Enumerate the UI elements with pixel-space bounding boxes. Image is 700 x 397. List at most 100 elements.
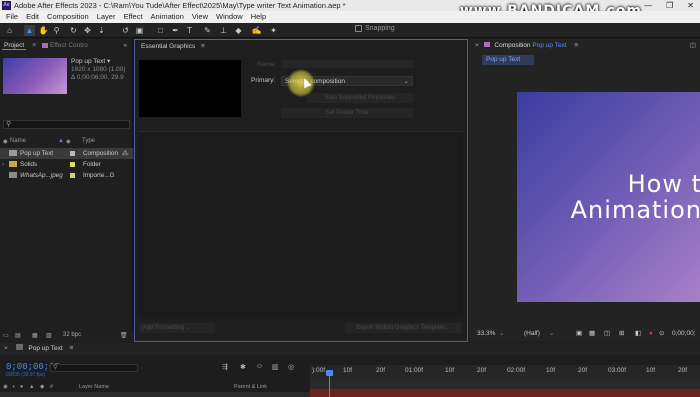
number-column-icon[interactable]: # [50, 382, 53, 392]
hand-tool-icon[interactable]: ✋ [38, 25, 49, 36]
menu-composition[interactable]: Composition [43, 11, 93, 23]
zoom-tool-icon[interactable]: ⚲ [51, 25, 62, 36]
snapshot-icon[interactable]: ◧ [635, 328, 641, 340]
lock-icon[interactable] [483, 42, 490, 47]
composition-mini-flowchart-icon[interactable]: ⇶ [222, 363, 228, 371]
video-toggle-icon[interactable]: ◉ [3, 382, 8, 392]
menu-icon[interactable]: ≡ [574, 42, 578, 49]
label-column-icon[interactable]: ◆ [3, 138, 8, 145]
type-tool-icon[interactable]: T [184, 25, 195, 36]
project-item-row[interactable]: Pop up Text Composition ⁂ [0, 148, 133, 159]
menu-layer[interactable]: Layer [93, 11, 120, 23]
lock-toggle-icon[interactable]: ▲ [29, 382, 34, 392]
label-column-icon[interactable]: ◆ [40, 382, 44, 392]
project-item-row[interactable]: WhatsAp...jpeg Importe...G [0, 170, 133, 181]
bpc-indicator[interactable]: 32 bpc [63, 332, 81, 338]
close-icon[interactable]: × [4, 345, 8, 352]
delete-icon[interactable]: 🗑 [120, 332, 128, 339]
orbit-tool-icon[interactable]: ↻ [68, 25, 79, 36]
pan-tool-icon[interactable]: ✥ [82, 25, 93, 36]
motion-blur-icon[interactable]: ◎ [288, 363, 294, 371]
expand-panels-icon[interactable]: » [123, 42, 127, 49]
close-button[interactable]: ✕ [687, 0, 694, 11]
chevron-down-icon[interactable]: ⌄ [499, 328, 504, 340]
chevron-down-icon[interactable]: ▾ [107, 58, 110, 65]
composition-navigator-tab[interactable]: Pop up Text [482, 55, 534, 65]
layer-duration-bar[interactable] [310, 389, 700, 397]
tag-icon[interactable]: ◆ [66, 138, 71, 145]
tab-essential-graphics[interactable]: Essential Graphics [141, 43, 195, 50]
menu-edit[interactable]: Edit [22, 11, 43, 23]
timeline-search-input[interactable]: ⚲ [50, 364, 138, 372]
draft-3d-icon[interactable]: ✱ [240, 363, 246, 371]
flowchart-icon[interactable]: ⁂ [122, 148, 128, 159]
label-color-swatch[interactable] [70, 162, 75, 167]
layer-track-area[interactable] [310, 381, 700, 397]
composition-timecode[interactable]: 0;00;00; [672, 328, 696, 340]
frame-blending-icon[interactable]: ▥ [272, 363, 279, 371]
export-motion-graphics-template-button[interactable]: Export Motion Graphics Template... [345, 323, 461, 333]
audio-toggle-icon[interactable]: ◖ [12, 382, 15, 392]
maximize-button[interactable]: ❐ [666, 0, 673, 11]
menu-window[interactable]: Window [212, 11, 247, 23]
column-parent-link[interactable]: Parent & Link [234, 382, 267, 392]
project-settings-icon[interactable]: ▧ [46, 332, 52, 339]
color-management-icon[interactable]: ● [649, 328, 653, 340]
label-color-swatch[interactable] [70, 151, 75, 156]
tab-composition-label[interactable]: Composition [494, 42, 530, 49]
puppet-pin-icon[interactable]: ✦ [268, 25, 279, 36]
new-composition-icon[interactable]: ▦ [32, 332, 38, 339]
playhead-line[interactable] [329, 370, 330, 397]
snapping-toggle[interactable]: Snapping [355, 25, 395, 32]
column-layer-name[interactable]: Layer Name [79, 382, 109, 392]
tab-timeline-composition[interactable]: Pop up Text [28, 345, 62, 352]
snapping-checkbox[interactable] [355, 25, 362, 32]
mask-visibility-icon[interactable]: ◫ [604, 328, 610, 340]
solo-supported-properties-button[interactable]: Solo Supported Properties [307, 93, 413, 103]
layer-row[interactable] [0, 392, 310, 397]
pen-tool-icon[interactable]: ✒ [170, 25, 181, 36]
add-formatting-button[interactable]: Add Formatting ⌄ [139, 323, 215, 333]
menu-icon[interactable]: ≡ [201, 43, 205, 50]
roto-brush-icon[interactable]: ✍ [251, 25, 262, 36]
chevron-down-icon[interactable]: ⌄ [549, 328, 554, 340]
column-type[interactable]: Type [82, 138, 95, 144]
selection-tool-icon[interactable]: ▲ [24, 25, 35, 36]
rectangle-tool-icon[interactable]: □ [155, 25, 166, 36]
menu-view[interactable]: View [188, 11, 212, 23]
interpret-footage-icon[interactable]: ▭ [3, 332, 9, 339]
project-item-row[interactable]: › Solids Folder [0, 159, 133, 170]
guides-icon[interactable]: ⊞ [619, 328, 624, 340]
eraser-icon[interactable]: ◆ [233, 25, 244, 36]
new-folder-icon[interactable]: ▤ [15, 332, 21, 339]
label-color-swatch[interactable] [70, 173, 75, 178]
home-icon[interactable]: ⌂ [4, 25, 15, 36]
minimize-button[interactable]: — [644, 0, 652, 11]
menu-animation[interactable]: Animation [147, 11, 188, 23]
tab-effect-controls[interactable]: Effect Contro [42, 42, 88, 49]
tab-project[interactable]: Project [2, 42, 27, 50]
sort-icon[interactable]: ▲ [58, 138, 64, 144]
time-ruler[interactable]: ):00f 10f 20f 01:00f 10f 20f 02:00f 10f … [310, 365, 700, 381]
shy-layers-icon[interactable]: ☺ [256, 363, 263, 370]
tab-composition-name[interactable]: Pop up Text [532, 42, 566, 49]
close-icon[interactable]: × [475, 42, 479, 49]
menu-help[interactable]: Help [247, 11, 270, 23]
rotate-tool-icon[interactable]: ↺ [120, 25, 131, 36]
toggle-viewer-lock-icon[interactable]: ◫ [690, 39, 696, 52]
column-name[interactable]: Name [10, 138, 26, 144]
menu-effect[interactable]: Effect [119, 11, 146, 23]
composition-viewer[interactable]: How t Animation [517, 92, 700, 302]
camera-icon[interactable]: ⊙ [659, 328, 664, 340]
project-search-input[interactable]: ⚲ [3, 120, 130, 129]
dolly-tool-icon[interactable]: ⇣ [96, 25, 107, 36]
solo-toggle-icon[interactable]: ● [20, 382, 23, 392]
region-of-interest-icon[interactable]: ▣ [576, 328, 582, 340]
name-field[interactable] [281, 60, 413, 68]
properties-drop-area[interactable] [139, 131, 463, 317]
brush-tool-icon[interactable]: ✎ [202, 25, 213, 36]
chevron-right-icon[interactable]: › [2, 159, 4, 170]
transparency-grid-icon[interactable]: ▦ [589, 328, 595, 340]
camera-tool-icon[interactable]: ▣ [134, 25, 145, 36]
resolution-select[interactable]: (Half) [524, 328, 540, 340]
